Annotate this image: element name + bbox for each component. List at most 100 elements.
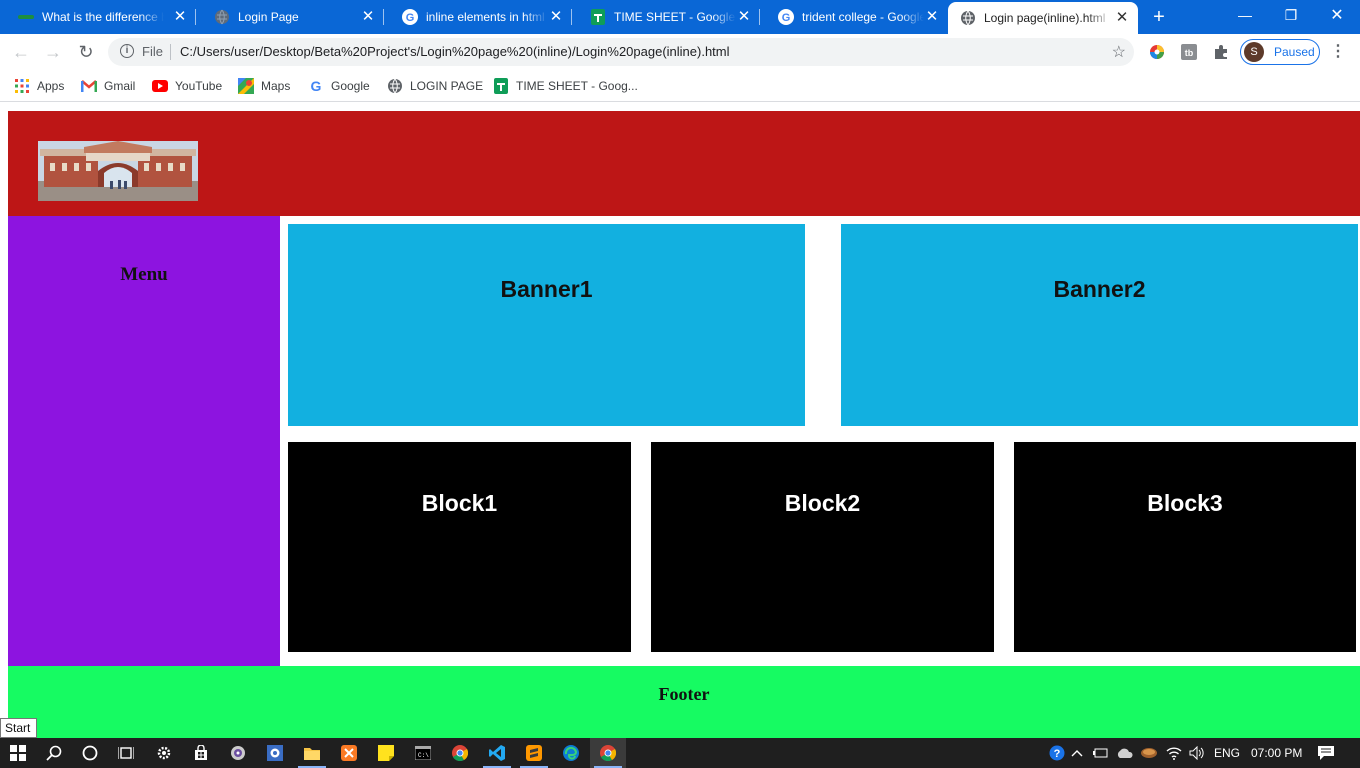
bookmark-login-page[interactable]: LOGIN PAGE: [387, 77, 483, 95]
photos-app-icon[interactable]: [257, 738, 293, 768]
web-page: Menu Banner1 Banner2 Block1 Block2 Block…: [0, 103, 1360, 738]
bookmark-label: LOGIN PAGE: [410, 79, 484, 93]
svg-text:G: G: [406, 12, 415, 24]
bookmark-youtube[interactable]: YouTube: [152, 77, 222, 95]
bookmarks-bar: Apps Gmail YouTube Maps G Google LOGIN P…: [0, 70, 1360, 102]
globe-icon: [214, 9, 230, 25]
tab-title: inline elements in html: [426, 10, 545, 24]
onedrive-cloud-icon[interactable]: [1116, 738, 1136, 768]
block-title: Block2: [784, 490, 861, 516]
minimize-icon[interactable]: ―: [1222, 0, 1268, 30]
profile-button[interactable]: S Paused: [1240, 39, 1320, 65]
close-icon[interactable]: ✕: [360, 9, 376, 25]
volume-icon[interactable]: [1189, 738, 1207, 768]
sticky-notes-icon[interactable]: [368, 738, 404, 768]
bookmark-label: Google: [331, 79, 370, 93]
color-wheel-extension-icon[interactable]: [1148, 43, 1166, 61]
svg-text:G: G: [782, 12, 791, 24]
page-footer: Footer: [8, 666, 1360, 738]
chrome-icon[interactable]: [442, 738, 478, 768]
notifications-icon[interactable]: [1318, 738, 1336, 768]
file-explorer-icon[interactable]: [294, 738, 330, 768]
banner-title: Banner1: [500, 276, 593, 302]
bookmark-label: Maps: [261, 79, 291, 93]
block-2: Block2: [651, 442, 994, 652]
search-icon[interactable]: [36, 738, 72, 768]
start-tooltip: Start: [0, 718, 37, 738]
menu-title: Menu: [120, 264, 168, 285]
command-prompt-icon[interactable]: C:\: [405, 738, 441, 768]
xampp-icon[interactable]: [331, 738, 367, 768]
profile-status: Paused: [1274, 45, 1315, 59]
language-indicator[interactable]: ENG: [1214, 738, 1240, 768]
bookmark-maps[interactable]: Maps: [238, 77, 290, 95]
block-3: Block3: [1014, 442, 1356, 652]
tab-difference[interactable]: What is the difference b ✕: [0, 0, 196, 34]
tab-login-page[interactable]: Login Page ✕: [196, 0, 384, 34]
svg-text:G: G: [311, 78, 322, 94]
settings-gear-icon[interactable]: [146, 738, 182, 768]
clock[interactable]: 07:00 PM: [1251, 738, 1302, 768]
tab-trident-college[interactable]: G trident college - Google ✕: [760, 0, 948, 34]
edge-icon[interactable]: [553, 738, 589, 768]
bookmark-label: YouTube: [175, 79, 223, 93]
close-window-icon[interactable]: ✕: [1314, 0, 1360, 30]
app-tray-icon[interactable]: [1141, 738, 1159, 768]
bookmark-star-icon[interactable]: ☆: [1112, 42, 1126, 62]
address-bar[interactable]: i File C:/Users/user/Desktop/Beta%20Proj…: [108, 38, 1134, 66]
chrome-active-icon[interactable]: [590, 738, 626, 768]
url-text[interactable]: C:/Users/user/Desktop/Beta%20Project's/L…: [180, 44, 730, 59]
media-player-icon[interactable]: [220, 738, 256, 768]
google-icon: G: [402, 9, 418, 25]
browser-tab-strip: What is the difference b ✕ Login Page ✕ …: [0, 0, 1360, 34]
chevron-up-icon[interactable]: [1070, 738, 1084, 768]
footer-text: Footer: [658, 684, 710, 704]
menu-sidebar: Menu: [8, 216, 280, 666]
bookmark-google[interactable]: G Google: [308, 77, 370, 95]
windows-start-icon[interactable]: [0, 738, 36, 768]
gmail-icon: [81, 78, 97, 94]
task-view-icon[interactable]: [108, 738, 144, 768]
vscode-icon[interactable]: [479, 738, 515, 768]
tab-title: Login page(inline).html: [984, 11, 1106, 25]
tab-title: trident college - Google: [802, 10, 924, 24]
close-icon[interactable]: ✕: [172, 9, 188, 25]
globe-icon: [960, 10, 976, 26]
close-icon[interactable]: ✕: [736, 9, 752, 25]
close-icon[interactable]: ✕: [924, 9, 940, 25]
block-title: Block1: [421, 490, 498, 516]
sheets-icon: [493, 78, 509, 94]
tab-inline-elements[interactable]: G inline elements in html ✕: [384, 0, 572, 34]
info-icon[interactable]: i: [120, 44, 134, 58]
help-icon[interactable]: ?: [1049, 738, 1067, 768]
cortana-icon[interactable]: [72, 738, 108, 768]
more-menu-icon[interactable]: ⋮: [1330, 42, 1346, 62]
apps-grid-icon: [14, 78, 30, 94]
tab-title: TIME SHEET - Google Sh: [614, 10, 736, 24]
close-icon[interactable]: ✕: [1114, 10, 1130, 26]
google-icon: G: [308, 78, 324, 94]
battery-plug-icon[interactable]: [1093, 738, 1111, 768]
forward-arrow-icon[interactable]: →: [43, 42, 63, 62]
google-icon: G: [778, 9, 794, 25]
close-icon[interactable]: ✕: [548, 9, 564, 25]
reload-icon[interactable]: ↻: [76, 42, 96, 62]
store-icon[interactable]: [183, 738, 219, 768]
bookmark-apps[interactable]: Apps: [14, 77, 64, 95]
wifi-icon[interactable]: [1166, 738, 1184, 768]
bookmark-time-sheet[interactable]: TIME SHEET - Goog...: [493, 77, 638, 95]
bookmark-gmail[interactable]: Gmail: [81, 77, 135, 95]
banner-1: Banner1: [288, 224, 805, 426]
sheets-green-icon: [18, 9, 34, 25]
tab-time-sheet[interactable]: TIME SHEET - Google Sh ✕: [572, 0, 760, 34]
back-arrow-icon[interactable]: ←: [11, 42, 31, 62]
restore-icon[interactable]: ❐: [1268, 0, 1314, 30]
tab-login-inline[interactable]: Login page(inline).html ✕: [948, 2, 1138, 34]
block-1: Block1: [288, 442, 631, 652]
tb-extension-icon[interactable]: tb: [1180, 43, 1198, 61]
new-tab-button[interactable]: +: [1150, 7, 1168, 27]
puzzle-extensions-icon[interactable]: [1212, 43, 1230, 61]
sublime-text-icon[interactable]: [516, 738, 552, 768]
maps-icon: [238, 78, 254, 94]
svg-text:?: ?: [1054, 748, 1061, 760]
